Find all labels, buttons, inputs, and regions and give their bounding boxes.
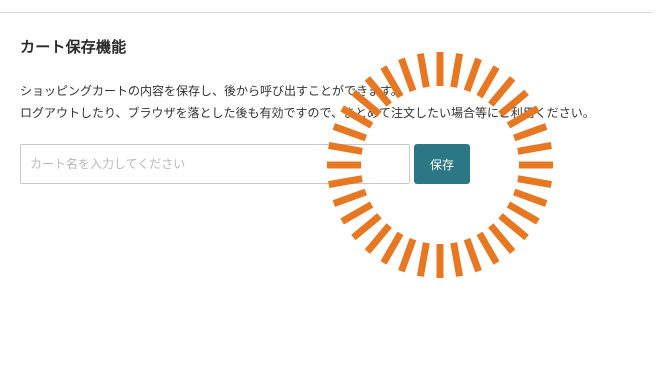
spinner-ray (340, 201, 374, 225)
spinner-ray (463, 238, 482, 273)
save-button[interactable]: 保存 (414, 144, 470, 184)
top-divider (0, 12, 652, 13)
spinner-ray (398, 238, 417, 273)
spinner-ray (450, 242, 464, 277)
cart-name-input[interactable] (20, 144, 410, 184)
description-line-2: ログアウトしたり、ブラウザを落とした後も有効ですので、まとめて注文したい場合等に… (20, 106, 595, 120)
spinner-ray (416, 242, 430, 277)
spinner-ray (513, 123, 548, 142)
spinner-ray (488, 223, 516, 254)
spinner-ray (517, 175, 552, 189)
spinner-ray (380, 231, 404, 265)
spinner-ray (517, 141, 552, 155)
section-title: カート保存機能 (20, 38, 127, 56)
spinner-ray (498, 213, 529, 241)
spinner-ray (513, 188, 548, 207)
spinner-ray (506, 201, 540, 225)
spinner-ray (332, 123, 367, 142)
description: ショッピングカートの内容を保存し、後から呼び出すことができます。 ログアウトした… (20, 80, 595, 124)
spinner-ray (364, 223, 392, 254)
spinner-ray (332, 188, 367, 207)
spinner-ray (351, 213, 382, 241)
spinner-ray (476, 231, 500, 265)
description-line-1: ショッピングカートの内容を保存し、後から呼び出すことができます。 (20, 84, 403, 98)
